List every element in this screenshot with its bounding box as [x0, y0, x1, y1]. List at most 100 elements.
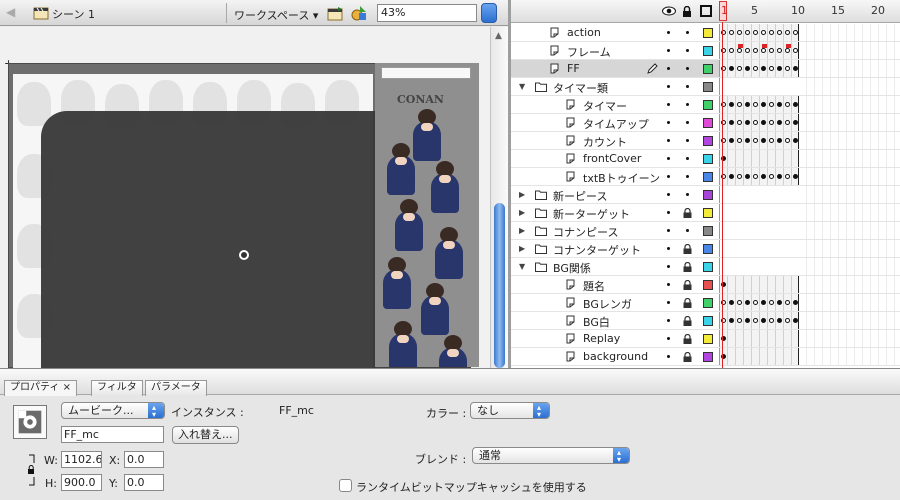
keyframe[interactable]	[769, 30, 774, 35]
layer-color-swatch[interactable]	[703, 190, 713, 200]
frame-grid[interactable]	[799, 132, 900, 149]
keyframe[interactable]	[737, 318, 742, 323]
keyframe[interactable]	[785, 120, 790, 125]
lock-icon[interactable]	[683, 208, 692, 218]
layer-row[interactable]: ▶ 新ーピース	[511, 186, 900, 204]
keyframe[interactable]	[785, 48, 790, 53]
layer-color-swatch[interactable]	[703, 172, 713, 182]
layer-row[interactable]: BGレンガ	[511, 294, 900, 312]
keyframe[interactable]	[761, 318, 766, 323]
bitmap-cache-checkbox[interactable]	[339, 479, 352, 492]
frame-grid[interactable]	[799, 42, 900, 59]
keyframe[interactable]	[769, 102, 774, 107]
lock-icon[interactable]	[683, 244, 692, 254]
keyframe[interactable]	[777, 120, 782, 125]
layer-row[interactable]: タイマー	[511, 96, 900, 114]
keyframe[interactable]	[777, 318, 782, 323]
keyframe[interactable]	[777, 300, 782, 305]
frame-grid[interactable]	[799, 276, 900, 293]
frame-grid[interactable]	[799, 114, 900, 131]
frame-grid[interactable]	[799, 294, 900, 311]
keyframe[interactable]	[753, 120, 758, 125]
edit-scene-icon[interactable]	[326, 4, 344, 22]
lock-toggle[interactable]	[686, 139, 689, 142]
keyframe[interactable]	[737, 48, 742, 53]
layer-frames[interactable]	[719, 222, 720, 239]
keyframe[interactable]	[753, 174, 758, 179]
layer-frames[interactable]	[719, 312, 799, 329]
keyframe[interactable]	[729, 102, 734, 107]
layer-row[interactable]: ▶ 新ーターゲット	[511, 204, 900, 222]
edit-symbols-icon[interactable]	[350, 4, 368, 22]
layer-row[interactable]: タイムアップ	[511, 114, 900, 132]
frame-grid[interactable]	[799, 150, 900, 167]
layer-color-swatch[interactable]	[703, 64, 713, 74]
visibility-toggle[interactable]	[667, 265, 670, 268]
layer-row[interactable]: ▶ コナンピース	[511, 222, 900, 240]
layer-row[interactable]: ▼ BG関係	[511, 258, 900, 276]
keyframe[interactable]	[729, 318, 734, 323]
keyframe[interactable]	[785, 174, 790, 179]
frame-grid[interactable]	[799, 240, 900, 257]
keyframe[interactable]	[745, 66, 750, 71]
layer-color-swatch[interactable]	[703, 82, 713, 92]
keyframe[interactable]	[777, 66, 782, 71]
lock-icon[interactable]	[683, 280, 692, 290]
layer-color-swatch[interactable]	[703, 352, 713, 362]
keyframe[interactable]	[753, 48, 758, 53]
constrain-lock-icon[interactable]	[25, 453, 37, 487]
keyframe[interactable]	[769, 48, 774, 53]
eye-icon[interactable]	[662, 6, 676, 16]
keyframe[interactable]	[777, 48, 782, 53]
layer-color-swatch[interactable]	[703, 28, 713, 38]
lock-toggle[interactable]	[686, 175, 689, 178]
lock-icon[interactable]	[683, 316, 692, 326]
keyframe[interactable]	[761, 48, 766, 53]
keyframe[interactable]	[737, 300, 742, 305]
lock-toggle[interactable]	[686, 229, 689, 232]
layer-frames[interactable]	[719, 330, 799, 347]
lock-toggle[interactable]	[686, 67, 689, 70]
layer-frames[interactable]	[719, 276, 799, 293]
keyframe[interactable]	[769, 300, 774, 305]
keyframe[interactable]	[761, 300, 766, 305]
frame-grid[interactable]	[799, 24, 900, 41]
frame-grid[interactable]	[799, 186, 900, 203]
layer-frames[interactable]	[719, 132, 799, 149]
keyframe[interactable]	[753, 102, 758, 107]
keyframe[interactable]	[737, 66, 742, 71]
layer-row[interactable]: Replay	[511, 330, 900, 348]
layer-row[interactable]: ▶ コナンターゲット	[511, 240, 900, 258]
frame-grid[interactable]	[799, 330, 900, 347]
frame-grid[interactable]	[799, 168, 900, 185]
lock-toggle[interactable]	[686, 31, 689, 34]
layer-frames[interactable]	[719, 168, 799, 185]
layer-color-swatch[interactable]	[703, 316, 713, 326]
keyframe[interactable]	[761, 66, 766, 71]
keyframe[interactable]	[753, 138, 758, 143]
keyframe[interactable]	[745, 30, 750, 35]
keyframe[interactable]	[745, 318, 750, 323]
layer-row[interactable]: FF	[511, 60, 900, 78]
keyframe[interactable]	[769, 120, 774, 125]
layer-row[interactable]: ▼ タイマー類	[511, 78, 900, 96]
visibility-toggle[interactable]	[667, 139, 670, 142]
keyframe[interactable]	[745, 120, 750, 125]
keyframe[interactable]	[793, 66, 798, 71]
keyframe[interactable]	[793, 48, 798, 53]
layer-row[interactable]: frontCover	[511, 150, 900, 168]
layer-frames[interactable]	[719, 78, 720, 95]
frame-grid[interactable]	[799, 96, 900, 113]
swap-button[interactable]: 入れ替え...	[172, 426, 239, 444]
layer-frames[interactable]	[719, 186, 720, 203]
keyframe[interactable]	[737, 30, 742, 35]
visibility-toggle[interactable]	[667, 103, 670, 106]
tab-parameters[interactable]: パラメータ	[145, 380, 207, 396]
layer-color-swatch[interactable]	[703, 226, 713, 236]
keyframe[interactable]	[793, 138, 798, 143]
keyframe[interactable]	[753, 66, 758, 71]
layer-row[interactable]: BG白	[511, 312, 900, 330]
keyframe[interactable]	[785, 318, 790, 323]
keyframe[interactable]	[769, 66, 774, 71]
keyframe[interactable]	[753, 30, 758, 35]
